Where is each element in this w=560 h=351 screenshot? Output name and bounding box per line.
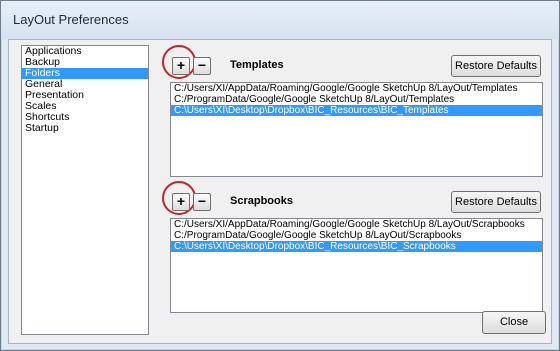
scrapbook-path-item-selected[interactable]: C:\Users\XI\Desktop\Dropbox\BIC_Resource…	[171, 241, 542, 252]
add-scrapbook-folder-button[interactable]: +	[172, 193, 190, 211]
restore-defaults-scrapbooks-button[interactable]: Restore Defaults	[451, 191, 541, 213]
title-bar[interactable]: LayOut Preferences	[1, 1, 559, 39]
remove-scrapbook-folder-button[interactable]: −	[193, 193, 211, 211]
templates-path-list[interactable]: C:/Users/XI/AppData/Roaming/Google/Googl…	[170, 82, 543, 177]
category-item-startup[interactable]: Startup	[22, 123, 148, 134]
restore-defaults-templates-button[interactable]: Restore Defaults	[451, 55, 541, 77]
template-path-item[interactable]: C:/ProgramData/Google/Google SketchUp 8/…	[171, 94, 542, 105]
template-path-item-selected[interactable]: C:\Users\XI\Desktop\Dropbox\BIC_Resource…	[171, 105, 542, 116]
scrapbook-path-item[interactable]: C:/ProgramData/Google/Google SketchUp 8/…	[171, 230, 542, 241]
scrapbooks-label: Scrapbooks	[230, 195, 293, 207]
preferences-window: LayOut Preferences Applications Backup F…	[0, 0, 560, 351]
scrapbooks-path-list[interactable]: C:/Users/XI/AppData/Roaming/Google/Googl…	[170, 218, 543, 313]
scrapbook-path-item[interactable]: C:/Users/XI/AppData/Roaming/Google/Googl…	[171, 219, 542, 230]
remove-template-folder-button[interactable]: −	[193, 57, 211, 75]
category-list[interactable]: Applications Backup Folders General Pres…	[21, 45, 149, 335]
add-template-folder-button[interactable]: +	[172, 57, 190, 75]
window-title: LayOut Preferences	[13, 12, 129, 27]
template-path-item[interactable]: C:/Users/XI/AppData/Roaming/Google/Googl…	[171, 83, 542, 94]
close-button[interactable]: Close	[482, 311, 546, 334]
templates-label: Templates	[230, 59, 284, 71]
dialog-body: Applications Backup Folders General Pres…	[8, 39, 552, 344]
